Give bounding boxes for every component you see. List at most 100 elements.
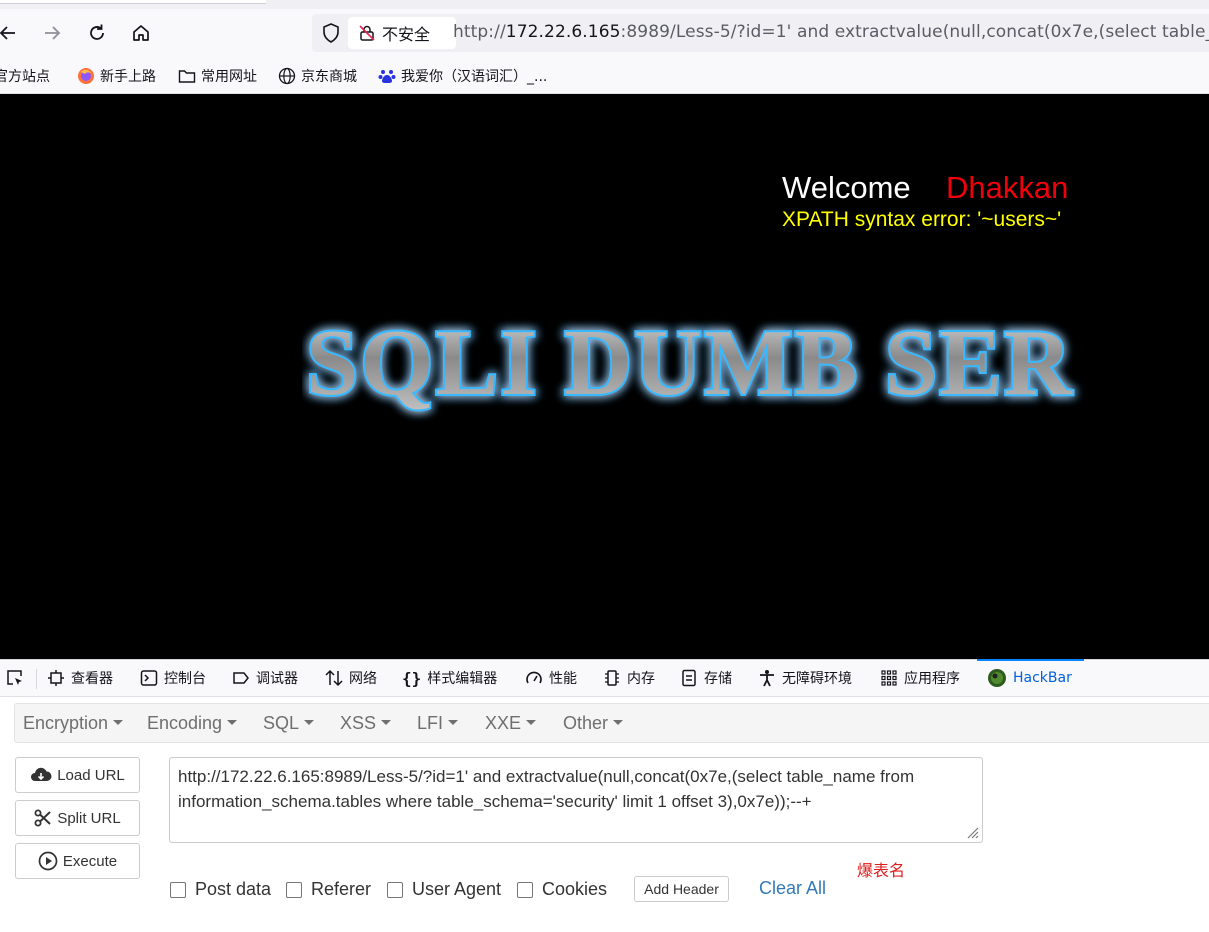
back-arrow-icon bbox=[0, 26, 15, 40]
menu-other[interactable]: Other bbox=[563, 713, 624, 734]
tab-accessibility[interactable]: 无障碍环境 bbox=[758, 668, 852, 688]
tab-style-editor[interactable]: {} 样式编辑器 bbox=[402, 668, 497, 688]
tab-label: 样式编辑器 bbox=[427, 671, 498, 687]
memory-icon bbox=[605, 670, 619, 686]
style-editor-icon: {} bbox=[402, 668, 422, 688]
checkbox-label: User Agent bbox=[412, 879, 502, 899]
reload-button[interactable] bbox=[83, 19, 111, 47]
load-url-button[interactable]: Load URL bbox=[15, 757, 140, 793]
button-label: Split URL bbox=[57, 809, 121, 827]
devtools-tab-bar: 查看器 控制台 调试器 网络 {} 样式编辑器 性能 内存 存储 无障碍环境 应… bbox=[0, 659, 1209, 697]
menu-label: Encoding bbox=[147, 713, 223, 733]
bookmark-common-sites[interactable]: 常用网址 bbox=[178, 66, 257, 86]
accessibility-icon bbox=[760, 670, 774, 687]
split-url-button[interactable]: Split URL bbox=[15, 800, 140, 836]
bookmark-official-site[interactable]: 官方站点 bbox=[0, 66, 50, 86]
performance-icon bbox=[526, 671, 542, 684]
menu-label: LFI bbox=[417, 713, 444, 733]
tab-label: 查看器 bbox=[71, 671, 113, 687]
url-input-textarea[interactable]: http://172.22.6.165:8989/Less-5/?id=1' a… bbox=[169, 757, 983, 843]
bookmark-label: 京东商城 bbox=[301, 69, 357, 85]
network-icon bbox=[325, 669, 343, 687]
menu-label: SQL bbox=[263, 713, 300, 733]
add-header-button[interactable]: Add Header bbox=[634, 876, 729, 902]
tab-console[interactable]: 控制台 bbox=[140, 668, 206, 688]
caret-down-icon bbox=[113, 719, 124, 725]
clear-all-link[interactable]: Clear All bbox=[759, 878, 826, 899]
tracking-shield-icon[interactable] bbox=[320, 22, 342, 44]
application-icon bbox=[881, 670, 897, 686]
navigation-bar: 不安全 http://172.22.6.165:8989/Less-5/?id=… bbox=[0, 9, 1209, 57]
forward-arrow-icon bbox=[45, 26, 61, 40]
url-bar[interactable]: 不安全 http://172.22.6.165:8989/Less-5/?id=… bbox=[312, 14, 1209, 52]
back-button[interactable] bbox=[0, 19, 22, 47]
url-path: :8989/Less-5/?id=1' and extractvalue(nul… bbox=[620, 22, 1209, 42]
menu-xxe[interactable]: XXE bbox=[485, 713, 537, 734]
bookmarks-toolbar: 官方站点 新手上路 常用网址 京东商城 我爱你（汉语词汇）_... bbox=[0, 57, 1209, 94]
menu-lfi[interactable]: LFI bbox=[417, 713, 459, 734]
tab-network[interactable]: 网络 bbox=[325, 668, 377, 688]
bookmark-label: 我爱你（汉语词汇）_... bbox=[401, 69, 548, 85]
tab-storage[interactable]: 存储 bbox=[680, 668, 732, 688]
user-name-text: Dhakkan bbox=[946, 170, 1069, 205]
referer-checkbox[interactable]: Referer bbox=[286, 879, 371, 900]
tab-hackbar[interactable]: HackBar bbox=[987, 668, 1072, 688]
tab-memory[interactable]: 内存 bbox=[603, 668, 655, 688]
site-security-indicator[interactable]: 不安全 bbox=[348, 17, 456, 49]
active-tab[interactable] bbox=[0, 0, 266, 4]
banner-text: SQLI DUMB SER bbox=[306, 311, 1074, 415]
sqli-dumb-series-banner: SQLI DUMB SER bbox=[304, 309, 1074, 417]
menu-sql[interactable]: SQL bbox=[263, 713, 315, 734]
console-icon bbox=[140, 670, 158, 686]
bookmark-label: 常用网址 bbox=[201, 69, 257, 85]
baidu-paw-icon bbox=[378, 70, 396, 83]
folder-icon bbox=[178, 70, 196, 83]
menu-label: Other bbox=[563, 713, 609, 733]
caret-down-icon bbox=[613, 719, 624, 725]
toolbar-divider bbox=[36, 669, 37, 689]
checkbox-box[interactable] bbox=[387, 881, 403, 898]
post-data-checkbox[interactable]: Post data bbox=[170, 879, 271, 900]
hackbar-panel: Encryption Encoding SQL XSS LFI XXE Othe… bbox=[0, 697, 1209, 932]
checkbox-label: Post data bbox=[195, 879, 272, 899]
tab-label: 调试器 bbox=[256, 671, 298, 687]
checkbox-box[interactable] bbox=[286, 881, 302, 898]
forward-button[interactable] bbox=[38, 19, 66, 47]
menu-xss[interactable]: XSS bbox=[340, 713, 392, 734]
home-icon bbox=[133, 25, 149, 41]
debugger-icon bbox=[233, 672, 249, 684]
tab-label: HackBar bbox=[1013, 670, 1072, 686]
tab-label: 内存 bbox=[627, 671, 655, 687]
home-button[interactable] bbox=[127, 19, 155, 47]
bookmark-baidu-entry[interactable]: 我爱你（汉语词汇）_... bbox=[378, 66, 547, 86]
execute-button[interactable]: Execute bbox=[15, 843, 140, 879]
caret-down-icon bbox=[448, 719, 459, 725]
menu-encoding[interactable]: Encoding bbox=[147, 713, 238, 734]
button-label: Load URL bbox=[57, 766, 125, 784]
bookmark-getting-started[interactable]: 新手上路 bbox=[77, 66, 156, 86]
menu-encryption[interactable]: Encryption bbox=[23, 713, 124, 734]
user-agent-checkbox[interactable]: User Agent bbox=[387, 879, 501, 900]
resize-grip-icon[interactable] bbox=[965, 825, 979, 839]
cookies-checkbox[interactable]: Cookies bbox=[517, 879, 607, 900]
inspector-icon bbox=[48, 670, 64, 686]
checkbox-box[interactable] bbox=[170, 881, 186, 898]
reload-icon bbox=[90, 24, 104, 40]
tab-inspector[interactable]: 查看器 bbox=[47, 668, 113, 688]
tab-performance[interactable]: 性能 bbox=[525, 668, 577, 688]
hackbar-icon bbox=[988, 669, 1006, 687]
tab-strip bbox=[0, 0, 1209, 9]
checkbox-label: Cookies bbox=[542, 879, 608, 899]
bookmark-jd-mall[interactable]: 京东商城 bbox=[278, 66, 357, 86]
checkbox-box[interactable] bbox=[517, 881, 533, 898]
play-circle-icon bbox=[38, 851, 58, 871]
element-picker-button[interactable] bbox=[5, 668, 25, 688]
tab-label: 控制台 bbox=[164, 671, 206, 687]
active-tab-indicator bbox=[977, 659, 1084, 661]
scissors-icon bbox=[34, 809, 52, 827]
annotation-text: 爆表名 bbox=[857, 861, 906, 880]
url-text[interactable]: http://172.22.6.165:8989/Less-5/?id=1' a… bbox=[453, 22, 1209, 42]
tab-debugger[interactable]: 调试器 bbox=[232, 668, 298, 688]
tab-application[interactable]: 应用程序 bbox=[880, 668, 960, 688]
storage-icon bbox=[682, 669, 696, 687]
